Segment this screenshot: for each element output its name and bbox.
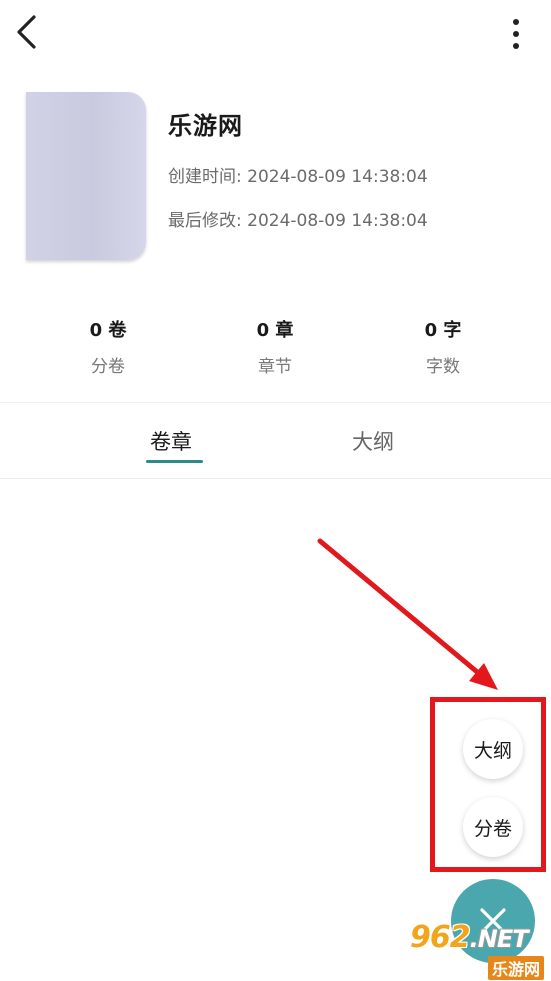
watermark-name: 乐游网 (488, 956, 545, 980)
chevron-left-icon (17, 15, 36, 49)
divider (0, 402, 551, 403)
stat-words: 0 字 字数 (373, 316, 513, 377)
divider (0, 478, 551, 479)
tab-outline[interactable]: 大纲 (352, 426, 394, 456)
active-tab-indicator (146, 460, 203, 463)
more-dots-icon (513, 19, 519, 25)
fab-add-volume-button[interactable]: 分卷 (463, 797, 523, 857)
stat-value: 0 章 (256, 320, 294, 341)
stat-label: 分卷 (91, 357, 125, 377)
fab-add-outline-button[interactable]: 大纲 (463, 719, 523, 779)
created-time: 创建时间: 2024-08-09 14:38:04 (168, 167, 428, 187)
stat-chapters: 0 章 章节 (205, 316, 345, 377)
stat-label: 章节 (258, 357, 292, 377)
modified-time: 最后修改: 2024-08-09 14:38:04 (168, 211, 428, 231)
stat-volumes: 0 卷 分卷 (38, 316, 178, 377)
book-title: 乐游网 (168, 112, 243, 140)
book-cover[interactable] (26, 92, 146, 260)
book-detail-screen: 乐游网 创建时间: 2024-08-09 14:38:04 最后修改: 2024… (0, 0, 551, 981)
stat-value: 0 卷 (89, 320, 127, 341)
watermark-net: .NET (469, 925, 529, 953)
watermark-number: 962 (410, 920, 471, 955)
tab-chapters[interactable]: 卷章 (150, 426, 192, 456)
stat-label: 字数 (426, 357, 460, 377)
back-button[interactable] (8, 12, 44, 52)
stat-value: 0 字 (424, 320, 462, 341)
more-options-button[interactable] (500, 14, 532, 54)
site-watermark: 962.NET 乐游网 (410, 920, 551, 980)
